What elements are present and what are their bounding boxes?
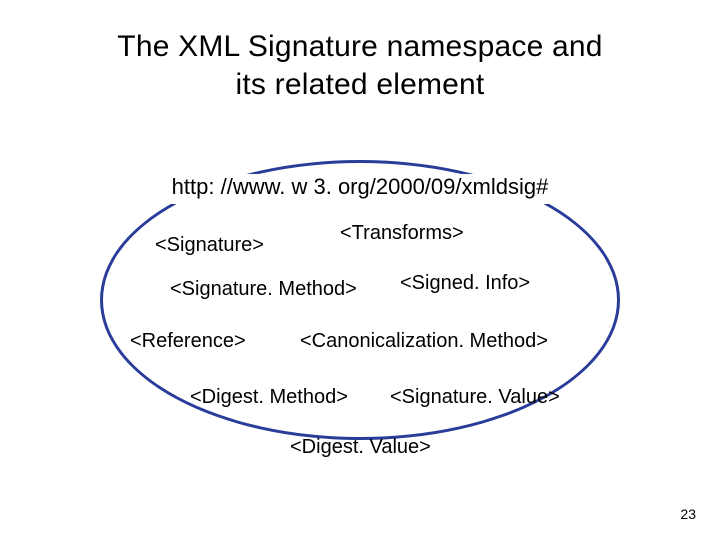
- element-digest-value: <Digest. Value>: [290, 436, 431, 459]
- element-signature: <Signature>: [155, 234, 264, 257]
- page-number: 23: [680, 506, 696, 522]
- element-transforms: <Transforms>: [340, 222, 464, 245]
- namespace-uri: http: //www. w 3. org/2000/09/xmldsig#: [155, 174, 565, 204]
- element-signed-info: <Signed. Info>: [400, 272, 530, 295]
- element-signature-method: <Signature. Method>: [170, 278, 357, 301]
- diagram-stage: http: //www. w 3. org/2000/09/xmldsig# <…: [0, 0, 720, 540]
- element-digest-method: <Digest. Method>: [190, 386, 348, 409]
- element-canonicalization-method: <Canonicalization. Method>: [300, 330, 548, 353]
- element-signature-value: <Signature. Value>: [390, 386, 560, 409]
- element-reference: <Reference>: [130, 330, 246, 353]
